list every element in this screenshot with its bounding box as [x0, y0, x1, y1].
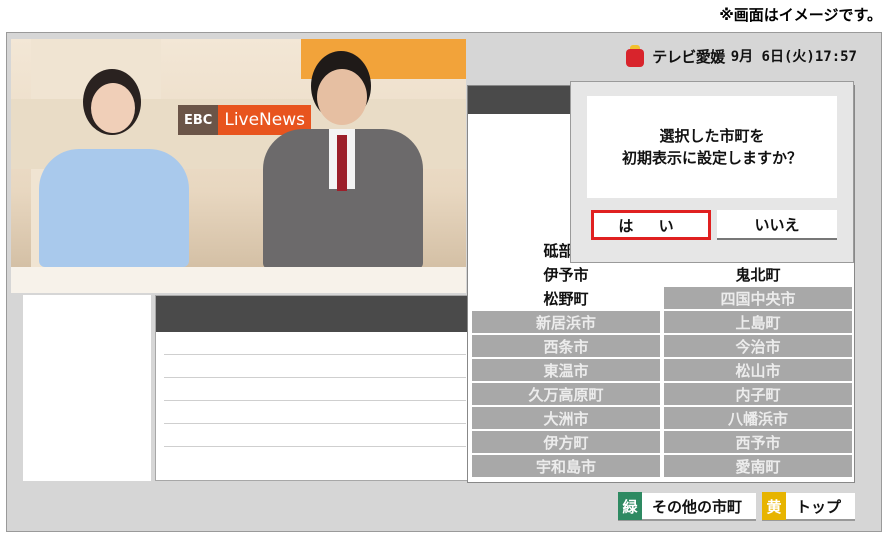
news-list-panel	[155, 295, 475, 481]
city-item[interactable]: 新居浜市	[472, 311, 660, 333]
city-item[interactable]: 松山市	[664, 359, 852, 381]
yes-button[interactable]: は い	[591, 210, 711, 240]
live-video: EBC LiveNews	[11, 39, 466, 293]
city-item[interactable]: 伊方町	[472, 431, 660, 453]
female-anchor	[39, 149, 189, 267]
city-item[interactable]: 松野町	[472, 287, 660, 309]
green-key-icon: 緑	[617, 492, 642, 520]
confirm-dialog: 選択した市町を 初期表示に設定しますか？ は い いいえ	[570, 81, 854, 263]
city-item[interactable]: 久万高原町	[472, 383, 660, 405]
tv-screen: EBC LiveNews テレビ愛媛 9月 6日(火)17:57 砥部町 伊予市鬼…	[6, 32, 882, 532]
city-item[interactable]: 西条市	[472, 335, 660, 357]
other-cities-button[interactable]: 緑 その他の市町	[617, 492, 756, 521]
date-time: 9月 6日(火)17:57	[730, 49, 857, 65]
no-button[interactable]: いいえ	[717, 210, 837, 240]
mascot-icon	[624, 45, 646, 67]
city-item[interactable]: 四国中央市	[664, 287, 852, 309]
city-item[interactable]: 鬼北町	[664, 263, 852, 285]
top-button[interactable]: 黄 トップ	[761, 492, 855, 521]
footer-buttons: 緑 その他の市町 黄 トップ	[617, 492, 855, 521]
city-item[interactable]: 八幡浜市	[664, 407, 852, 429]
city-item[interactable]: 伊予市	[472, 263, 660, 285]
channel-header: テレビ愛媛 9月 6日(火)17:57	[624, 45, 857, 67]
city-item[interactable]: 上島町	[664, 311, 852, 333]
city-item[interactable]: 内子町	[664, 383, 852, 405]
city-item[interactable]: 大洲市	[472, 407, 660, 429]
city-item[interactable]: 宇和島市	[472, 455, 660, 477]
city-item[interactable]: 西予市	[664, 431, 852, 453]
city-item[interactable]: 東温市	[472, 359, 660, 381]
city-item[interactable]: 今治市	[664, 335, 852, 357]
city-item[interactable]: 愛南町	[664, 455, 852, 477]
image-note: ※画面はイメージです。	[719, 6, 882, 24]
dialog-message: 選択した市町を 初期表示に設定しますか？	[587, 96, 837, 198]
channel-brand: テレビ愛媛	[652, 47, 725, 66]
yellow-key-icon: 黄	[761, 492, 786, 520]
side-panel	[23, 295, 151, 481]
city-grid: 砥部町 伊予市 鬼北町 松野町 四国中央市 新居浜市 上島町 西条市 今治市 東温市 松山市 久万高原…	[472, 239, 852, 477]
